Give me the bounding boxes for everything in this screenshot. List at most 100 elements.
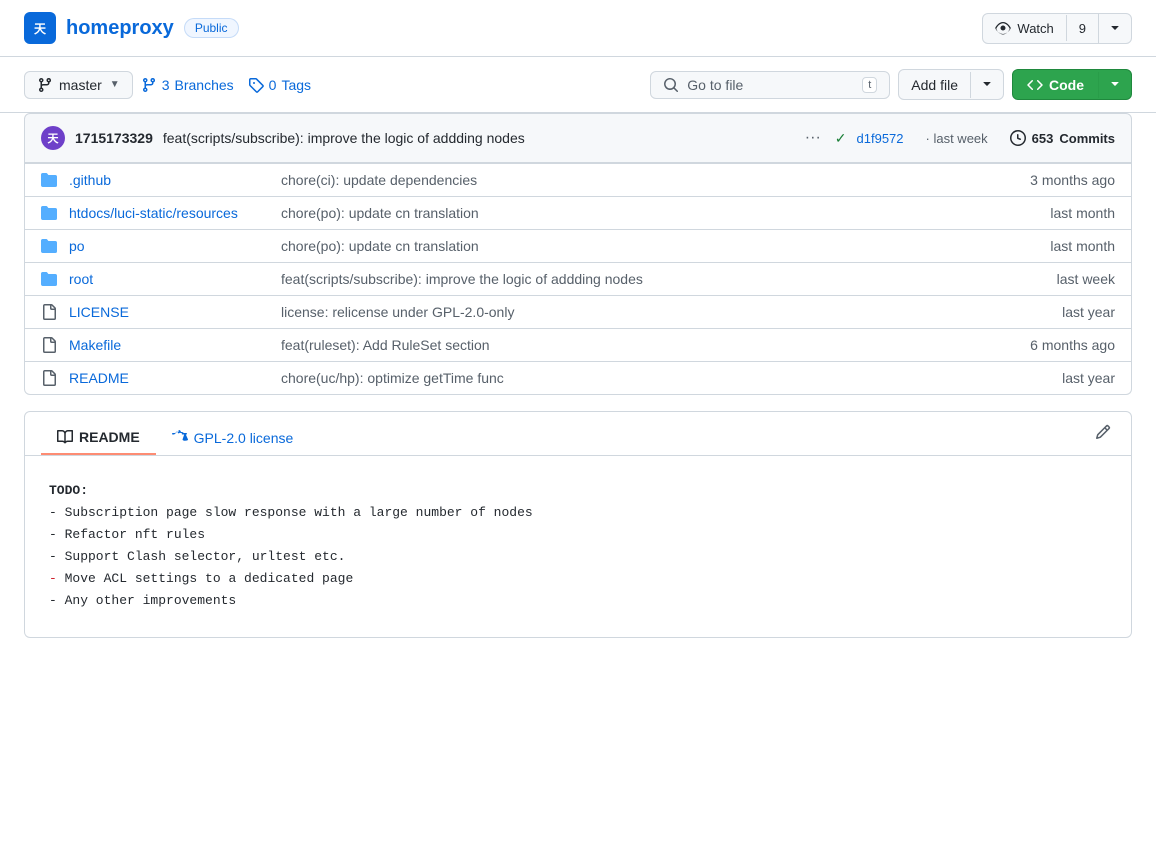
readme-line-todo: TODO: bbox=[49, 480, 1107, 502]
readme-tab[interactable]: README bbox=[41, 421, 156, 455]
repo-toolbar: master ▼ 3 Branches 0 Tags Go to file t … bbox=[0, 57, 1156, 113]
file-time: last month bbox=[995, 238, 1115, 254]
file-commit-msg: chore(po): update cn translation bbox=[281, 205, 983, 221]
branches-icon bbox=[141, 77, 157, 93]
clock-icon bbox=[1010, 130, 1026, 146]
file-commit-msg: chore(ci): update dependencies bbox=[281, 172, 983, 188]
table-row: root feat(scripts/subscribe): improve th… bbox=[25, 262, 1131, 295]
file-doc-icon bbox=[41, 337, 57, 353]
table-row: Makefile feat(ruleset): Add RuleSet sect… bbox=[25, 328, 1131, 361]
tag-icon bbox=[248, 77, 264, 93]
tags-count: 0 bbox=[269, 77, 277, 93]
pencil-icon bbox=[1095, 424, 1111, 440]
file-time: last year bbox=[995, 304, 1115, 320]
branches-label: Branches bbox=[175, 77, 234, 93]
file-doc-icon bbox=[41, 304, 57, 320]
file-commit-msg: feat(scripts/subscribe): improve the log… bbox=[281, 271, 983, 287]
license-tab-label: GPL-2.0 license bbox=[194, 430, 294, 446]
go-to-file-input[interactable]: Go to file t bbox=[650, 71, 890, 99]
commit-message: feat(scripts/subscribe): improve the log… bbox=[163, 130, 791, 146]
commit-dots[interactable]: ··· bbox=[805, 129, 821, 147]
code-main[interactable]: Code bbox=[1013, 72, 1099, 98]
add-file-label[interactable]: Add file bbox=[899, 72, 971, 98]
table-row: LICENSE license: relicense under GPL-2.0… bbox=[25, 295, 1131, 328]
branches-count: 3 bbox=[162, 77, 170, 93]
readme-line-4: - Move ACL settings to a dedicated page bbox=[49, 568, 1107, 590]
file-commit-msg: chore(po): update cn translation bbox=[281, 238, 983, 254]
readme-line-1: - Subscription page slow response with a… bbox=[49, 502, 1107, 524]
go-to-file-label: Go to file bbox=[687, 77, 743, 93]
file-name[interactable]: htdocs/luci-static/resources bbox=[69, 205, 269, 221]
branch-selector[interactable]: master ▼ bbox=[24, 71, 133, 99]
branch-chevron: ▼ bbox=[110, 79, 120, 90]
table-row: po chore(po): update cn translation last… bbox=[25, 229, 1131, 262]
file-name[interactable]: root bbox=[69, 271, 269, 287]
commits-link[interactable]: 653 Commits bbox=[1010, 130, 1115, 146]
folder-icon bbox=[41, 238, 57, 254]
commits-label: Commits bbox=[1059, 131, 1115, 146]
repo-header: 天 homeproxy Public Watch 9 bbox=[0, 0, 1156, 57]
branches-link[interactable]: 3 Branches bbox=[141, 77, 234, 93]
code-label: Code bbox=[1049, 77, 1084, 93]
branch-icon bbox=[37, 77, 53, 93]
go-to-file-key: t bbox=[862, 77, 877, 93]
branch-name: master bbox=[59, 77, 102, 93]
file-commit-msg: license: relicense under GPL-2.0-only bbox=[281, 304, 983, 320]
chevron-down-icon bbox=[1107, 75, 1123, 91]
folder-icon bbox=[41, 271, 57, 287]
readme-line-5: - Any other improvements bbox=[49, 590, 1107, 612]
commits-count: 653 bbox=[1032, 131, 1054, 146]
file-name[interactable]: po bbox=[69, 238, 269, 254]
file-time: last year bbox=[995, 370, 1115, 386]
add-file-button[interactable]: Add file bbox=[898, 69, 1004, 100]
readme-content: TODO: - Subscription page slow response … bbox=[25, 456, 1131, 637]
code-dropdown-icon[interactable] bbox=[1099, 70, 1131, 99]
commit-time: · last week bbox=[926, 131, 988, 146]
folder-icon bbox=[41, 172, 57, 188]
branches-tags: 3 Branches 0 Tags bbox=[141, 77, 311, 93]
commit-row: 天 1715173329 feat(scripts/subscribe): im… bbox=[24, 113, 1132, 163]
readme-line-2: - Refactor nft rules bbox=[49, 524, 1107, 546]
file-time: 6 months ago bbox=[995, 337, 1115, 353]
file-commit-msg: feat(ruleset): Add RuleSet section bbox=[281, 337, 983, 353]
watch-main[interactable]: Watch bbox=[983, 15, 1066, 41]
commit-hash-link[interactable]: d1f9572 bbox=[857, 131, 904, 146]
file-name[interactable]: LICENSE bbox=[69, 304, 269, 320]
table-row: htdocs/luci-static/resources chore(po): … bbox=[25, 196, 1131, 229]
eye-icon bbox=[995, 20, 1011, 36]
readme-tab-label: README bbox=[79, 429, 140, 445]
file-name[interactable]: Makefile bbox=[69, 337, 269, 353]
public-badge: Public bbox=[184, 18, 239, 38]
file-tree: .github chore(ci): update dependencies 3… bbox=[24, 163, 1132, 395]
watch-count: 9 bbox=[1067, 16, 1098, 41]
readme-line-3: - Support Clash selector, urltest etc. bbox=[49, 546, 1107, 568]
table-row: README chore(uc/hp): optimize getTime fu… bbox=[25, 361, 1131, 394]
readme-edit-button[interactable] bbox=[1091, 420, 1115, 447]
file-doc-icon bbox=[41, 370, 57, 386]
file-time: 3 months ago bbox=[995, 172, 1115, 188]
commit-hash-short[interactable]: 1715173329 bbox=[75, 130, 153, 146]
file-time: last month bbox=[995, 205, 1115, 221]
file-name[interactable]: .github bbox=[69, 172, 269, 188]
folder-icon bbox=[41, 205, 57, 221]
tags-label: Tags bbox=[281, 77, 311, 93]
balance-icon bbox=[172, 430, 188, 446]
license-tab[interactable]: GPL-2.0 license bbox=[156, 422, 310, 454]
chevron-down-icon bbox=[979, 75, 995, 91]
watch-button[interactable]: Watch 9 bbox=[982, 13, 1132, 44]
repo-avatar: 天 bbox=[24, 12, 56, 44]
book-icon bbox=[57, 429, 73, 445]
watch-dropdown-icon[interactable] bbox=[1098, 14, 1131, 43]
file-name[interactable]: README bbox=[69, 370, 269, 386]
tags-link[interactable]: 0 Tags bbox=[248, 77, 311, 93]
add-file-dropdown-icon[interactable] bbox=[971, 70, 1003, 99]
committer-avatar: 天 bbox=[41, 126, 65, 150]
repo-title: 天 homeproxy Public bbox=[24, 12, 239, 44]
chevron-down-icon bbox=[1107, 19, 1123, 35]
commit-check-icon: ✓ bbox=[835, 130, 847, 147]
readme-tabs: README GPL-2.0 license bbox=[25, 412, 1131, 456]
readme-section: README GPL-2.0 license TODO: - Subscript… bbox=[24, 411, 1132, 638]
search-icon bbox=[663, 77, 679, 93]
code-button[interactable]: Code bbox=[1012, 69, 1132, 100]
repo-name[interactable]: homeproxy bbox=[66, 17, 174, 40]
